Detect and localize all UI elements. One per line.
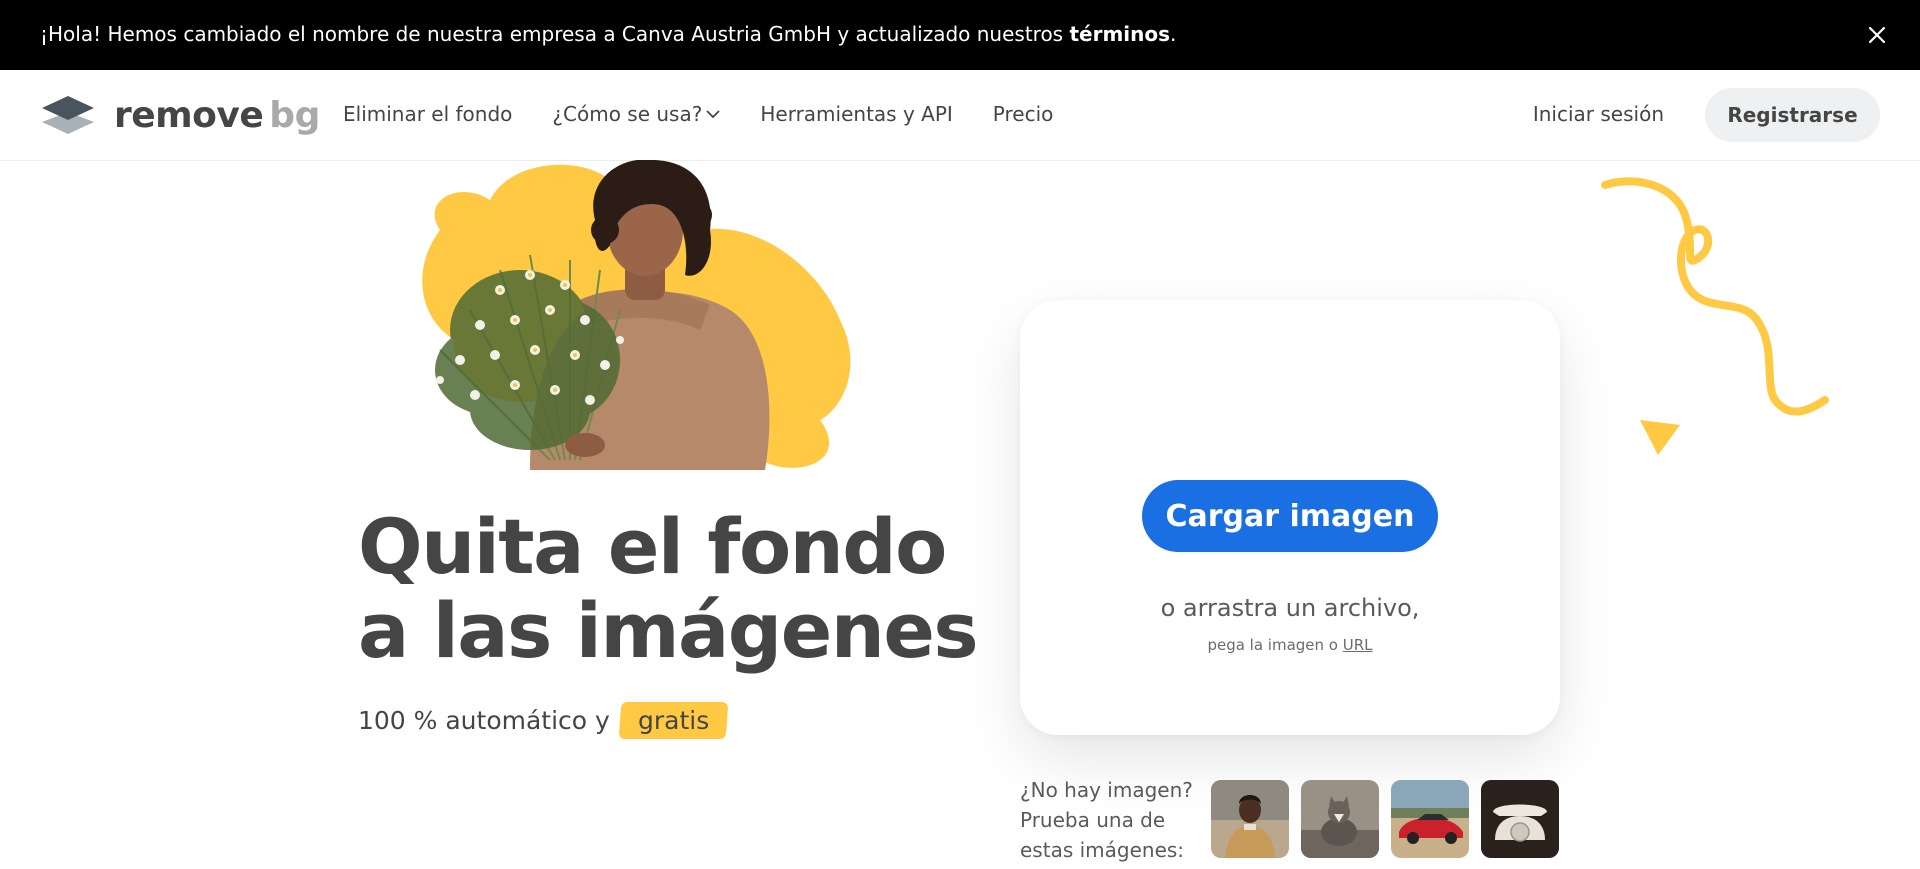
sample-image-telephone[interactable] [1481, 780, 1559, 858]
upload-card[interactable]: Cargar imagen o arrastra un archivo, peg… [1020, 300, 1560, 735]
logo[interactable]: remove bg [40, 94, 320, 136]
terms-link[interactable]: términos [1069, 22, 1170, 46]
main-nav: Eliminar el fondo ¿Cómo se usa? Herramie… [343, 102, 1093, 126]
nav-item-label: Precio [992, 102, 1054, 126]
nav-tools-api[interactable]: Herramientas y API [760, 102, 952, 126]
decorative-squiggle [1601, 177, 1829, 455]
close-icon[interactable] [1862, 20, 1892, 50]
announcement-text: ¡Hola! Hemos cambiado el nombre de nuest… [40, 22, 1176, 46]
telephone-photo-icon [1481, 780, 1559, 858]
free-highlight: gratis [618, 702, 729, 739]
site-header: remove bg Eliminar el fondo ¿Cómo se usa?… [0, 70, 1920, 161]
logo-layers-icon [42, 96, 94, 134]
nav-item-label: Eliminar el fondo [343, 102, 513, 126]
subtitle-text: 100 % automático y [358, 706, 610, 735]
car-photo-icon [1391, 780, 1469, 858]
announcement-prefix: ¡Hola! Hemos cambiado el nombre de nuest… [40, 22, 1070, 46]
chevron-down-icon [706, 110, 720, 119]
person-photo-icon [1211, 780, 1289, 858]
logo-wordmark: remove bg [114, 95, 320, 136]
hero-subtitle: 100 % automático y gratis [358, 702, 729, 739]
nav-pricing[interactable]: Precio [993, 102, 1054, 126]
sample-images-label: ¿No hay imagen? Prueba una de estas imág… [1020, 778, 1193, 862]
logo-word-remove: remove [114, 94, 264, 136]
page-title: Quita el fondo a las imágenes [358, 502, 979, 675]
announcement-suffix: . [1170, 22, 1177, 46]
cat-photo-icon [1301, 780, 1379, 858]
hero-photo [422, 160, 851, 470]
drag-file-hint: o arrastra un archivo, [1160, 594, 1420, 622]
free-label: gratis [637, 706, 710, 735]
logo-word-bg: bg [269, 94, 320, 136]
announcement-bar: ¡Hola! Hemos cambiado el nombre de nuest… [0, 0, 1920, 70]
paste-hint: pega la imagen o URL [1020, 636, 1560, 654]
nav-item-label: Herramientas y API [760, 102, 953, 126]
sample-image-car[interactable] [1391, 780, 1469, 858]
nav-remove-background[interactable]: Eliminar el fondo [343, 102, 512, 126]
login-link[interactable]: Iniciar sesión [1533, 102, 1664, 126]
sample-image-person[interactable] [1211, 780, 1289, 858]
url-link[interactable]: URL [1343, 636, 1373, 654]
sample-image-cat[interactable] [1301, 780, 1379, 858]
nav-how-to-use[interactable]: ¿Cómo se usa? [552, 102, 720, 126]
signup-button[interactable]: Registrarse [1705, 88, 1880, 142]
upload-image-button[interactable]: Cargar imagen [1142, 480, 1438, 552]
paste-hint-text: pega la imagen o [1207, 636, 1343, 654]
nav-item-label: ¿Cómo se usa? [552, 102, 703, 126]
